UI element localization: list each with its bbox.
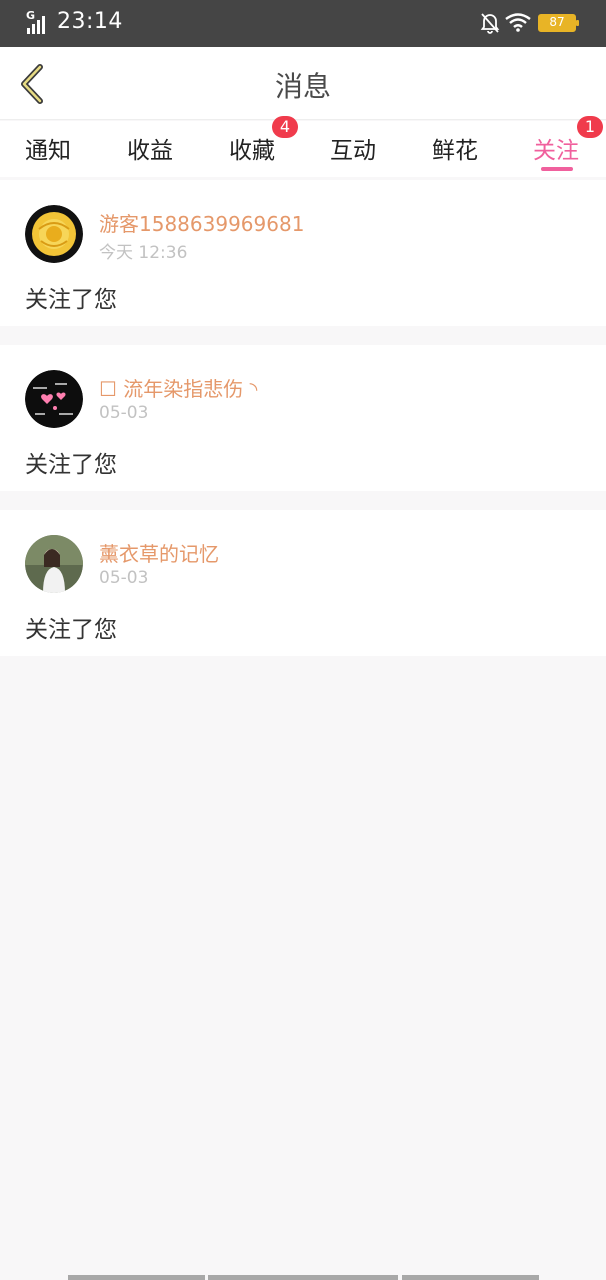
app-header: 消息 <box>0 47 606 120</box>
wifi-icon <box>505 13 531 32</box>
message-item[interactable]: 游客1588639969681 今天 12:36 关注了您 <box>0 180 606 326</box>
user-name[interactable]: 游客1588639969681 <box>99 208 304 237</box>
message-text: 关注了您 <box>25 617 117 643</box>
battery-level: 87 <box>549 15 565 29</box>
tab-favorites-badge: 4 <box>272 116 298 138</box>
tab-follows[interactable]: 关注 <box>533 131 579 165</box>
bell-muted-icon <box>480 13 500 34</box>
nav-gesture-bar[interactable] <box>68 1275 205 1280</box>
tab-earnings[interactable]: 收益 <box>127 131 173 165</box>
message-time: 05-03 <box>99 403 149 423</box>
battery-icon: 87 <box>538 14 579 32</box>
tab-bar: 通知 收益 收藏 4 互动 鲜花 关注 1 <box>0 116 606 177</box>
nav-gesture-bar[interactable] <box>402 1275 539 1280</box>
status-time: 23:14 <box>57 9 123 34</box>
user-name[interactable]: ☐ 流年染指悲伤 ◝ <box>99 373 257 402</box>
signal-icon: G <box>26 9 52 34</box>
yellow-rose-avatar[interactable] <box>25 205 83 263</box>
nav-gesture-bar[interactable] <box>208 1275 398 1280</box>
message-time: 05-03 <box>99 568 149 588</box>
tab-favorites[interactable]: 收藏 <box>229 131 275 165</box>
user-name[interactable]: 薰衣草的记忆 <box>99 538 219 567</box>
network-type: G <box>26 9 36 22</box>
message-item[interactable]: 薰衣草的记忆 05-03 关注了您 <box>0 510 606 656</box>
tab-notifications[interactable]: 通知 <box>25 131 71 165</box>
message-text: 关注了您 <box>25 452 117 478</box>
message-time: 今天 12:36 <box>99 243 188 263</box>
message-text: 关注了您 <box>25 287 117 313</box>
tab-flowers[interactable]: 鲜花 <box>432 131 478 165</box>
active-tab-indicator <box>541 167 573 171</box>
status-bar: G 23:14 87 <box>0 0 606 47</box>
girl-photo-avatar[interactable] <box>25 535 83 593</box>
tab-interactions[interactable]: 互动 <box>330 131 376 165</box>
tab-follows-badge: 1 <box>577 116 603 138</box>
page-title: 消息 <box>274 70 331 103</box>
black-hearts-avatar[interactable] <box>25 370 83 428</box>
message-item[interactable]: ☐ 流年染指悲伤 ◝ 05-03 关注了您 <box>0 345 606 491</box>
